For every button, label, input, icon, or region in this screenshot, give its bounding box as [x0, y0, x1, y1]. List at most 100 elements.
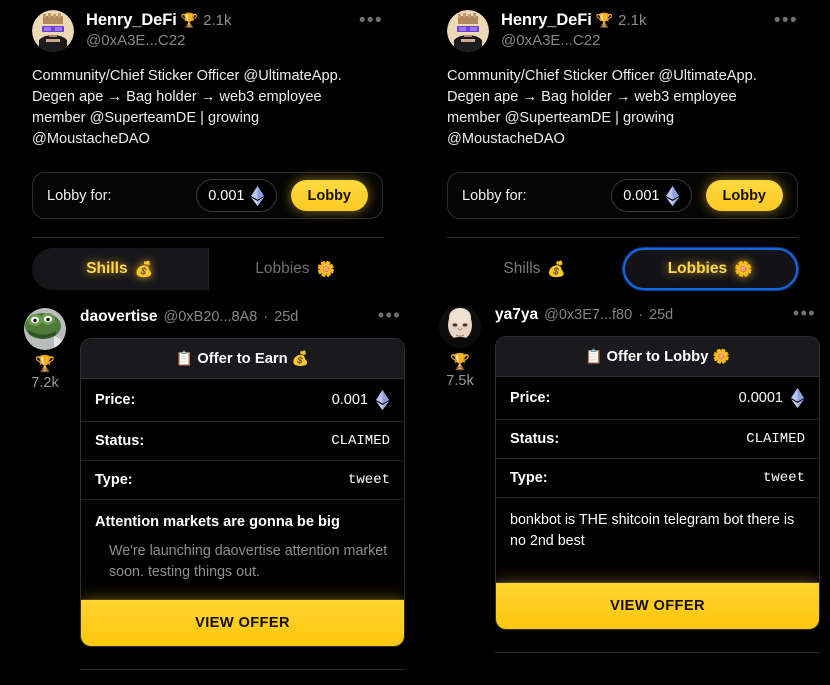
- reputation-score: 7.5k: [446, 373, 474, 389]
- post-item: 🏆 7.2k daovertise @0xB20...8A8 · 25d •••…: [0, 290, 415, 670]
- status-badge: CLAIMED: [746, 431, 805, 447]
- post-author-column: 🏆 7.2k: [22, 308, 68, 670]
- post-author-name[interactable]: ya7ya: [495, 306, 538, 324]
- tab-shills[interactable]: Shills 💰: [447, 248, 623, 290]
- offer-card-title: Offer to Earn: [197, 351, 288, 367]
- offer-body-title: bonkbot is THE shitcoin telegram bot the…: [510, 512, 795, 549]
- tab-lobbies[interactable]: Lobbies 🌼: [622, 248, 798, 290]
- type-value: tweet: [347, 472, 390, 488]
- lobby-action-bar: Lobby for: 0.001 Lobby: [447, 172, 798, 219]
- offer-row-type: Type: tweet: [496, 459, 819, 498]
- post-separator: ·: [263, 309, 269, 325]
- profile-bio: Community/Chief Sticker Officer @Ultimat…: [447, 68, 757, 147]
- status-badge: CLAIMED: [331, 433, 390, 449]
- offer-body-title: Attention markets are gonna be big: [95, 514, 340, 530]
- price-label: Price:: [95, 392, 136, 408]
- trophy-emoji: 🏆: [180, 12, 199, 29]
- type-value: tweet: [762, 470, 805, 486]
- post-divider: [80, 669, 405, 670]
- offer-card-header: 📋 Offer to Earn 💰: [81, 339, 404, 379]
- butterfly-emoji: 🌼: [316, 261, 336, 278]
- tab-lobbies-label: Lobbies: [255, 260, 310, 277]
- tab-shills[interactable]: Shills 💰: [32, 248, 208, 290]
- profile-header: Henry_DeFi 🏆 2.1k @0xA3E...C22 ••• Commu…: [0, 0, 415, 238]
- identity-row: Henry_DeFi 🏆 2.1k @0xA3E...C22 •••: [447, 10, 798, 52]
- lobby-amount-input[interactable]: 0.001: [611, 179, 692, 212]
- post-meta: daovertise @0xB20...8A8 · 25d •••: [80, 306, 405, 326]
- offer-row-type: Type: tweet: [81, 461, 404, 500]
- wallet-handle[interactable]: @0xA3E...C22: [86, 32, 347, 49]
- display-name: Henry_DeFi: [86, 11, 177, 29]
- lobby-amount-input[interactable]: 0.001: [196, 179, 277, 212]
- wallet-handle[interactable]: @0xA3E...C22: [501, 32, 762, 49]
- ethereum-diamond-icon: [791, 388, 804, 408]
- clipboard-emoji: 📋: [175, 350, 194, 366]
- post-author-handle: @0x3E7...f80: [544, 307, 633, 323]
- display-name: Henry_DeFi: [501, 11, 592, 29]
- profile-header: Henry_DeFi 🏆 2.1k @0xA3E...C22 ••• Commu…: [415, 0, 830, 238]
- post-divider: [495, 652, 820, 653]
- tab-bar: Shills 💰 Lobbies 🌼: [32, 248, 383, 290]
- price-value-group: 0.0001: [739, 388, 805, 408]
- post-timestamp: 25d: [274, 309, 299, 325]
- ethereum-diamond-icon: [376, 390, 389, 410]
- tab-lobbies[interactable]: Lobbies 🌼: [208, 248, 384, 290]
- offer-row-status: Status: CLAIMED: [81, 422, 404, 461]
- post-meta: ya7ya @0x3E7...f80 · 25d •••: [495, 304, 820, 324]
- post-author-handle: @0xB20...8A8: [163, 309, 258, 325]
- price-value: 0.001: [331, 392, 368, 408]
- tabs-wrapper: Shills 💰 Lobbies 🌼: [0, 248, 415, 290]
- ethereum-diamond-icon: [250, 185, 264, 206]
- lobby-action-bar: Lobby for: 0.001 Lobby: [32, 172, 383, 219]
- lobby-amount-value: 0.001: [208, 187, 245, 204]
- lobby-submit-button[interactable]: Lobby: [290, 180, 368, 211]
- section-divider: [447, 237, 798, 238]
- post-author-name[interactable]: daovertise: [80, 308, 158, 326]
- lobby-for-label: Lobby for:: [47, 187, 112, 204]
- pixel-punk-avatar-icon: [32, 10, 74, 52]
- dual-panel-comparison: Henry_DeFi 🏆 2.1k @0xA3E...C22 ••• Commu…: [0, 0, 830, 685]
- post-timestamp: 25d: [649, 307, 674, 323]
- identity-row: Henry_DeFi 🏆 2.1k @0xA3E...C22 •••: [32, 10, 383, 52]
- price-label: Price:: [510, 390, 551, 406]
- trophy-emoji: 🏆: [35, 356, 55, 373]
- offer-row-price: Price: 0.001: [81, 379, 404, 422]
- offer-card-title: Offer to Lobby: [606, 349, 709, 365]
- tab-shills-label: Shills: [503, 260, 541, 277]
- post-item: 🏆 7.5k ya7ya @0x3E7...f80 · 25d ••• 📋 Of…: [415, 290, 830, 653]
- butterfly-emoji: 🌼: [734, 261, 753, 278]
- avatar[interactable]: [447, 10, 489, 52]
- status-label: Status:: [95, 433, 145, 449]
- view-offer-button[interactable]: VIEW OFFER: [81, 600, 404, 646]
- face-photo-avatar-icon: [439, 306, 481, 348]
- price-value-group: 0.001: [332, 390, 390, 410]
- offer-row-price: Price: 0.0001: [496, 377, 819, 420]
- post-more-options-icon[interactable]: •••: [378, 306, 401, 324]
- offer-card: 📋 Offer to Lobby 🌼 Price: 0.0001 Status:…: [495, 336, 820, 630]
- offer-body: bonkbot is THE shitcoin telegram bot the…: [496, 498, 819, 583]
- avatar[interactable]: [32, 10, 74, 52]
- post-separator: ·: [638, 307, 644, 323]
- money-bag-emoji: 💰: [291, 350, 310, 366]
- pixel-punk-avatar-icon: [447, 10, 489, 52]
- profile-more-options-icon[interactable]: •••: [774, 10, 798, 30]
- status-label: Status:: [510, 431, 560, 447]
- post-avatar[interactable]: [439, 306, 481, 348]
- offer-card-header: 📋 Offer to Lobby 🌼: [496, 337, 819, 377]
- lobby-submit-button[interactable]: Lobby: [705, 180, 783, 211]
- tabs-wrapper: Shills 💰 Lobbies 🌼: [415, 248, 830, 290]
- shills-panel: Henry_DeFi 🏆 2.1k @0xA3E...C22 ••• Commu…: [0, 0, 415, 685]
- reputation-score: 7.2k: [31, 375, 59, 391]
- tab-shills-label: Shills: [86, 260, 128, 277]
- view-offer-button[interactable]: VIEW OFFER: [496, 583, 819, 629]
- post-more-options-icon[interactable]: •••: [793, 304, 816, 322]
- ethereum-diamond-icon: [665, 185, 679, 206]
- profile-more-options-icon[interactable]: •••: [359, 10, 383, 30]
- money-bag-emoji: 💰: [134, 261, 154, 278]
- offer-body-description: We're launching daovertise attention mar…: [109, 543, 388, 580]
- post-content: ya7ya @0x3E7...f80 · 25d ••• 📋 Offer to …: [495, 304, 820, 653]
- clipboard-emoji: 📋: [584, 348, 603, 364]
- post-avatar[interactable]: [24, 308, 66, 350]
- offer-row-status: Status: CLAIMED: [496, 420, 819, 459]
- lobbies-panel: Henry_DeFi 🏆 2.1k @0xA3E...C22 ••• Commu…: [415, 0, 830, 685]
